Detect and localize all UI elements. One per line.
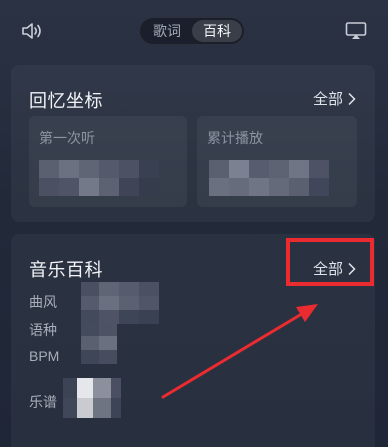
- tab-lyrics[interactable]: 歌词: [142, 20, 192, 42]
- wiki-title: 音乐百科: [29, 260, 103, 280]
- top-bar: 歌词 百科: [0, 0, 388, 62]
- genre-value-blurred: [81, 282, 159, 324]
- wiki-all-link[interactable]: 全部: [313, 258, 357, 279]
- language-value-blurred: [81, 322, 117, 364]
- first-listen-tile[interactable]: 第一次听: [29, 116, 187, 207]
- wiki-all-label: 全部: [312, 261, 343, 278]
- bpm-label: BPM: [29, 348, 60, 364]
- memory-card: 回忆坐标 全部 第一次听 累计播放: [11, 65, 375, 222]
- total-plays-value-blurred: [209, 160, 329, 196]
- total-plays-label: 累计播放: [207, 130, 263, 146]
- memory-all-link[interactable]: 全部: [313, 88, 357, 109]
- first-listen-value-blurred: [39, 160, 159, 196]
- sheet-music-value-blurred: [63, 378, 121, 418]
- total-plays-tile[interactable]: 累计播放: [197, 116, 357, 207]
- speaker-icon[interactable]: [18, 18, 46, 44]
- language-label: 语种: [29, 322, 57, 338]
- chevron-right-icon: [348, 262, 356, 275]
- tab-wiki[interactable]: 百科: [192, 20, 242, 42]
- sheet-music-label: 乐谱: [29, 394, 57, 410]
- music-wiki-card: 音乐百科 全部 曲风 语种 BPM 乐谱: [11, 234, 375, 447]
- chevron-right-icon: [348, 92, 356, 105]
- memory-all-label: 全部: [312, 91, 343, 108]
- first-listen-label: 第一次听: [39, 130, 95, 146]
- lyrics-wiki-switch: 歌词 百科: [139, 17, 245, 45]
- airplay-icon[interactable]: [342, 18, 370, 44]
- memory-title: 回忆坐标: [29, 91, 103, 111]
- genre-label: 曲风: [29, 294, 57, 310]
- song-wiki-page: 歌词 百科 回忆坐标 全部 第一次听 累计播放 音乐百科 全部 曲风 语种 BP…: [0, 0, 388, 447]
